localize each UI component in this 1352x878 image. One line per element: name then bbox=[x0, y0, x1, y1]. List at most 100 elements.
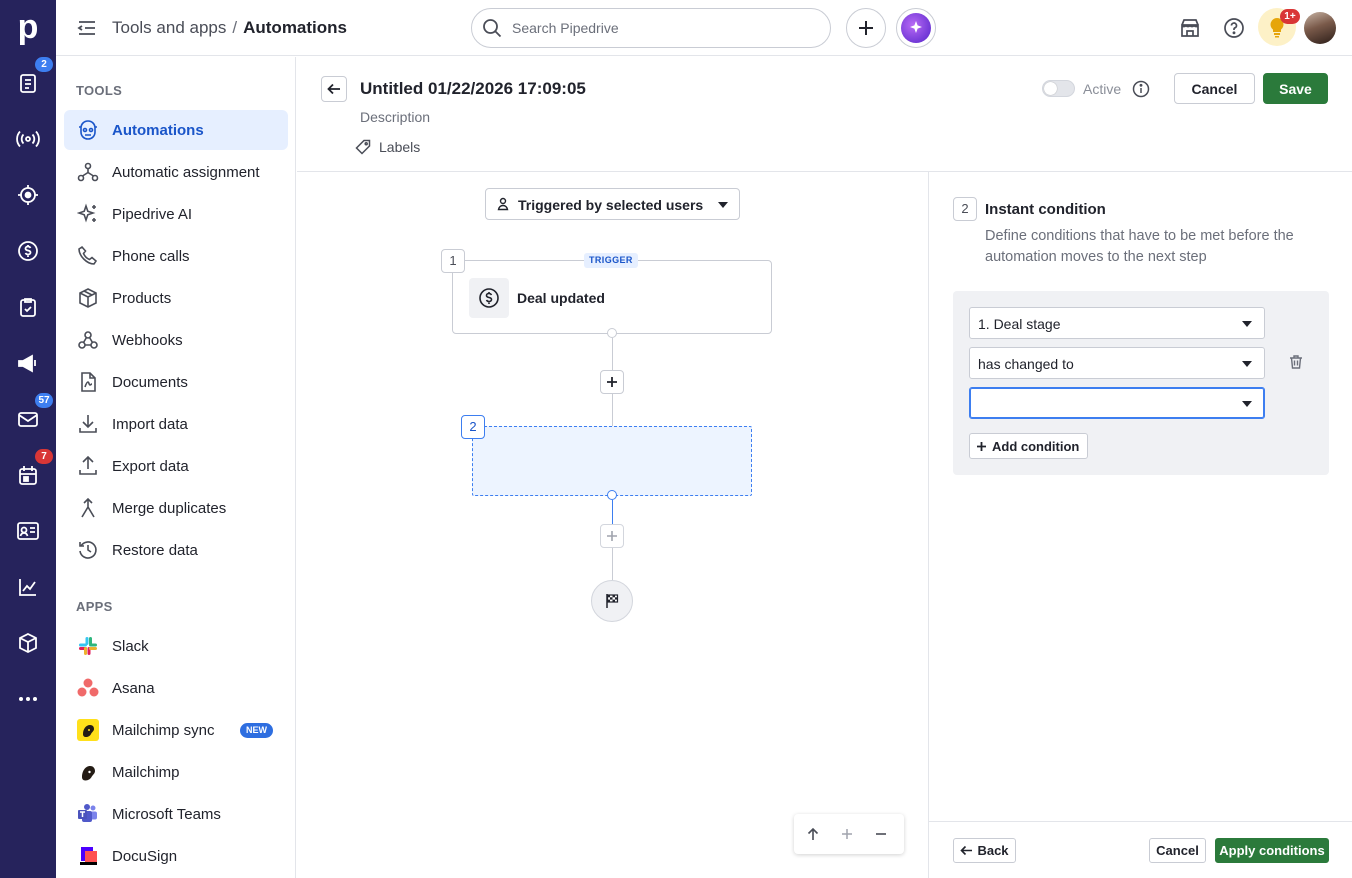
sidebar-item-mailchimp[interactable]: Mailchimp bbox=[64, 752, 288, 792]
condition-operator-select[interactable]: has changed to bbox=[969, 347, 1265, 379]
mail-badge: 57 bbox=[35, 393, 53, 408]
add-condition-button[interactable]: Add condition bbox=[969, 433, 1089, 459]
sidebar-item-documents[interactable]: Documents bbox=[64, 362, 288, 402]
export-icon bbox=[77, 455, 99, 477]
active-label: Active bbox=[1083, 81, 1122, 97]
back-step-button[interactable]: Back bbox=[953, 838, 1016, 863]
webhook-icon bbox=[77, 329, 99, 351]
zoom-controls bbox=[794, 814, 904, 854]
docusign-icon bbox=[77, 845, 99, 867]
activities-badge: 2 bbox=[35, 57, 53, 72]
collapse-menu-icon[interactable] bbox=[76, 17, 98, 39]
tips-badge: 1+ bbox=[1280, 9, 1300, 24]
help-icon[interactable] bbox=[1220, 14, 1248, 42]
tasks-rail-icon[interactable] bbox=[12, 291, 44, 323]
breadcrumb: Tools and apps / Automations bbox=[112, 18, 347, 38]
back-button[interactable] bbox=[321, 76, 347, 102]
active-toggle[interactable] bbox=[1042, 80, 1075, 97]
ai-assistant-button[interactable] bbox=[896, 8, 936, 48]
sidebar-item-automations[interactable]: Automations bbox=[64, 110, 288, 150]
deals-rail-icon[interactable] bbox=[12, 235, 44, 267]
workflow-canvas[interactable]: Triggered by selected users Deal updated… bbox=[297, 172, 928, 878]
caret-down-icon bbox=[1242, 321, 1252, 327]
insights-rail-icon[interactable] bbox=[12, 571, 44, 603]
merge-icon bbox=[77, 497, 99, 519]
user-avatar[interactable] bbox=[1304, 12, 1336, 44]
quick-add-button[interactable] bbox=[846, 8, 886, 48]
pipedrive-logo[interactable]: p bbox=[12, 10, 44, 46]
automation-title[interactable]: Untitled 01/22/2026 17:09:05 bbox=[360, 79, 586, 99]
sidebar-item-pipedrive-ai[interactable]: Pipedrive AI bbox=[64, 194, 288, 234]
sidebar-item-label: Documents bbox=[112, 374, 188, 391]
caret-down-icon bbox=[718, 202, 728, 208]
trigger-step-card[interactable]: Deal updated bbox=[452, 260, 772, 334]
cancel-button[interactable]: Cancel bbox=[1174, 73, 1255, 104]
asana-icon bbox=[77, 677, 99, 699]
sidebar-item-label: Mailchimp bbox=[112, 764, 180, 781]
marketplace-icon[interactable] bbox=[1176, 14, 1204, 42]
connector-line bbox=[612, 500, 613, 524]
sidebar-item-microsoft-teams[interactable]: Microsoft Teams bbox=[64, 794, 288, 834]
sidebar-item-asana[interactable]: Asana bbox=[64, 668, 288, 708]
labels-button[interactable]: Labels bbox=[355, 139, 420, 155]
activities-rail-icon[interactable] bbox=[12, 67, 44, 99]
restore-icon bbox=[77, 539, 99, 561]
panel-footer: Back Cancel Apply conditions bbox=[929, 821, 1352, 878]
sidebar-item-export-data[interactable]: Export data bbox=[64, 446, 288, 486]
sidebar-item-import-data[interactable]: Import data bbox=[64, 404, 288, 444]
cancel-step-button[interactable]: Cancel bbox=[1149, 838, 1206, 863]
mail-rail-icon[interactable] bbox=[12, 403, 44, 435]
box-icon bbox=[77, 287, 99, 309]
condition-field-select[interactable]: 1. Deal stage bbox=[969, 307, 1265, 339]
tools-section-title: TOOLS bbox=[76, 83, 123, 98]
save-button[interactable]: Save bbox=[1263, 73, 1328, 104]
search-input[interactable] bbox=[512, 18, 812, 38]
contacts-rail-icon[interactable] bbox=[12, 515, 44, 547]
scroll-up-icon[interactable] bbox=[804, 825, 822, 843]
step-number-2: 2 bbox=[461, 415, 485, 439]
sidebar-item-mailchimp-sync[interactable]: Mailchimp sync NEW bbox=[64, 710, 288, 750]
trigger-users-select[interactable]: Triggered by selected users bbox=[485, 188, 740, 220]
app-rail: p 2 57 7 bbox=[0, 0, 56, 878]
sidebar-item-label: Import data bbox=[112, 416, 188, 433]
campaigns-rail-icon[interactable] bbox=[12, 347, 44, 379]
panel-title: Instant condition bbox=[985, 201, 1106, 218]
sidebar-item-webhooks[interactable]: Webhooks bbox=[64, 320, 288, 360]
top-bar: Tools and apps / Automations 1+ bbox=[56, 0, 1352, 56]
sidebar-item-label: Restore data bbox=[112, 542, 198, 559]
products-rail-icon[interactable] bbox=[12, 627, 44, 659]
zoom-in-icon[interactable] bbox=[838, 825, 856, 843]
sidebar-item-restore-data[interactable]: Restore data bbox=[64, 530, 288, 570]
zoom-out-icon[interactable] bbox=[872, 825, 890, 843]
calendar-rail-icon[interactable] bbox=[12, 459, 44, 491]
sidebar-item-label: Products bbox=[112, 290, 172, 307]
sidebar-item-label: Microsoft Teams bbox=[112, 806, 221, 823]
add-step-button[interactable] bbox=[600, 370, 624, 394]
panel-step-number: 2 bbox=[953, 197, 977, 221]
add-step-button-disabled[interactable] bbox=[600, 524, 624, 548]
sidebar-item-products[interactable]: Products bbox=[64, 278, 288, 318]
sidebar-item-merge-duplicates[interactable]: Merge duplicates bbox=[64, 488, 288, 528]
sidebar-item-phone-calls[interactable]: Phone calls bbox=[64, 236, 288, 276]
sidebar-item-automatic-assignment[interactable]: Automatic assignment bbox=[64, 152, 288, 192]
toggle-knob bbox=[1044, 82, 1057, 95]
user-icon bbox=[497, 197, 509, 211]
more-rail-icon[interactable] bbox=[12, 683, 44, 715]
global-search[interactable] bbox=[471, 8, 831, 48]
sidebar-item-slack[interactable]: Slack bbox=[64, 626, 288, 666]
sidebar-item-label: Automatic assignment bbox=[112, 164, 260, 181]
condition-field-value: 1. Deal stage bbox=[978, 316, 1061, 332]
ai-sparkle-icon bbox=[901, 13, 931, 43]
automation-description[interactable]: Description bbox=[360, 109, 430, 125]
sidebar-item-label: Asana bbox=[112, 680, 155, 697]
apply-conditions-button[interactable]: Apply conditions bbox=[1215, 838, 1329, 863]
breadcrumb-parent[interactable]: Tools and apps bbox=[112, 18, 226, 37]
info-icon[interactable] bbox=[1132, 80, 1150, 98]
target-rail-icon[interactable] bbox=[12, 179, 44, 211]
delete-condition-icon[interactable] bbox=[1288, 354, 1304, 370]
broadcast-rail-icon[interactable] bbox=[12, 123, 44, 155]
sidebar-item-docusign[interactable]: DocuSign bbox=[64, 836, 288, 876]
condition-value-select[interactable] bbox=[969, 387, 1265, 419]
condition-step-placeholder[interactable] bbox=[472, 426, 752, 496]
sidebar-item-label: Automations bbox=[112, 122, 204, 139]
